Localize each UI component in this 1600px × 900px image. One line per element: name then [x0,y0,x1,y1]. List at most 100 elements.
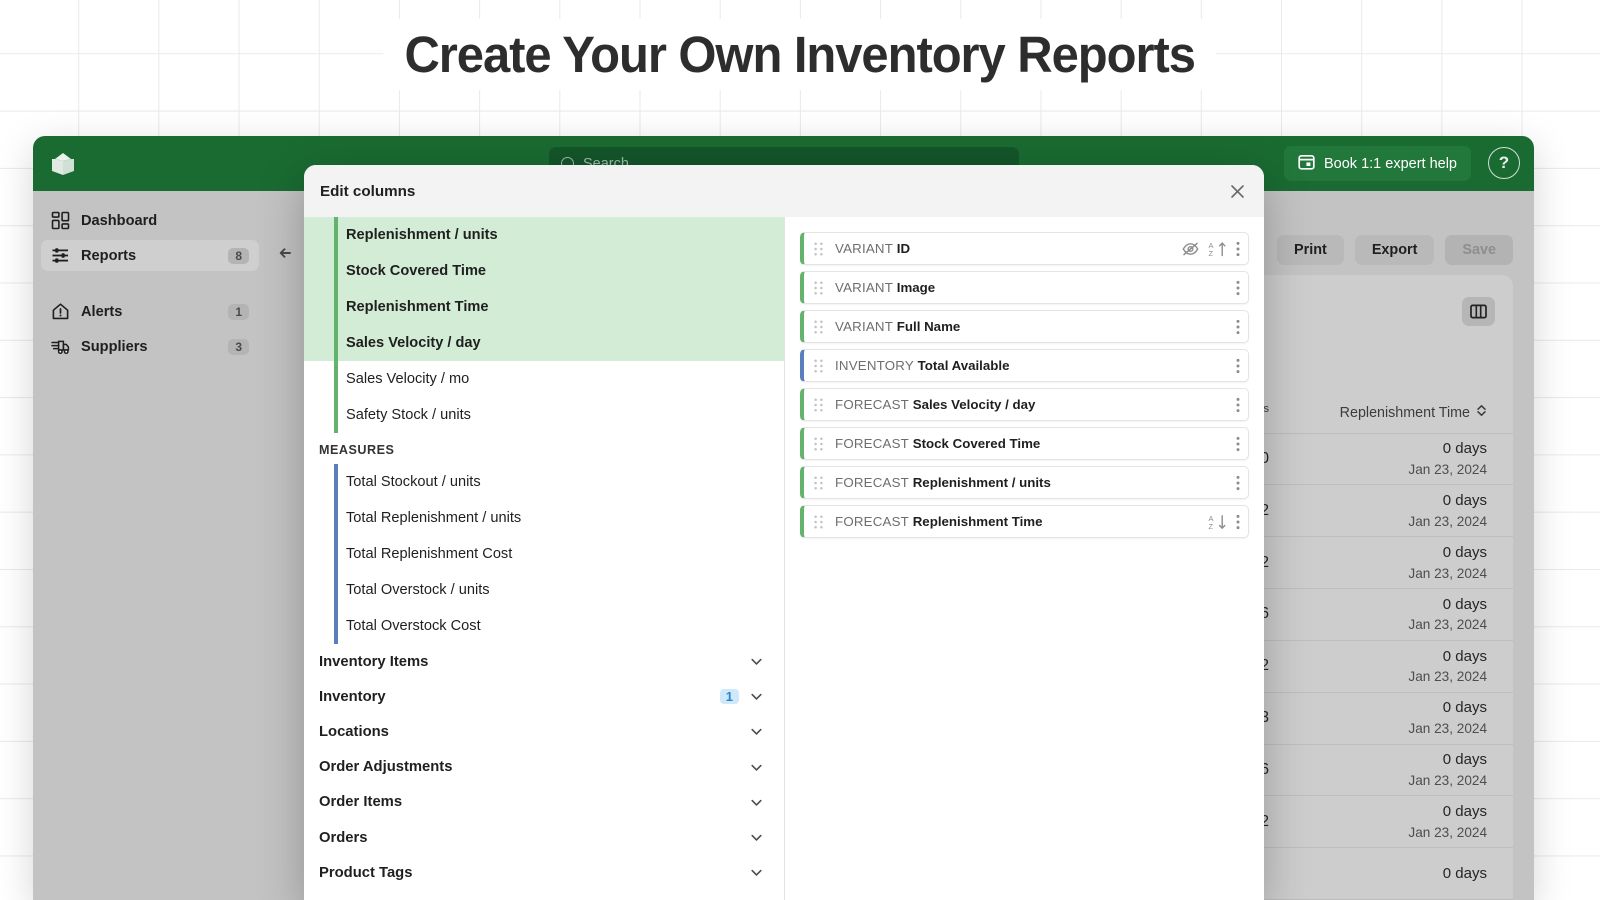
hero-banner: Create Your Own Inventory Reports [0,0,1600,108]
selected-column-label: FORECAST Stock Covered Time [835,436,1041,451]
selected-column-label: VARIANT Full Name [835,319,961,334]
sidebar-item-label: Reports [81,247,137,264]
selected-column-row[interactable]: FORECAST Replenishment / units [800,466,1249,499]
print-button[interactable]: Print [1277,235,1344,265]
kebab-menu-icon[interactable] [1236,319,1240,335]
measure-item[interactable]: Total Overstock Cost [304,608,784,644]
sidebar-item-label: Suppliers [81,338,148,355]
modal-title: Edit columns [320,182,416,200]
drag-handle-icon[interactable] [814,437,823,451]
chevron-down-icon [749,689,764,704]
sort-az-desc-icon[interactable]: A Z [1208,514,1227,530]
selected-column-label: FORECAST Replenishment Time [835,514,1043,529]
sidebar: Dashboard Reports 8 Alerts 1 Suppliers 3 [33,191,267,900]
chevron-down-icon [749,654,764,669]
save-button[interactable]: Save [1445,235,1513,265]
chevron-down-icon [749,760,764,775]
drag-handle-icon[interactable] [814,398,823,412]
accordion-product-tags[interactable]: Product Tags [304,855,784,890]
columns-layout-icon[interactable] [1462,297,1495,326]
accordion-inventory-items[interactable]: Inventory Items [304,644,784,679]
edit-columns-modal: Edit columns Replenishment / units Stock… [304,165,1264,900]
accordion-inventory[interactable]: Inventory 1 [304,679,784,714]
selected-column-label: FORECAST Sales Velocity / day [835,397,1036,412]
kebab-menu-icon[interactable] [1236,436,1240,452]
measures-group-label: MEASURES [319,443,395,457]
available-fields-list[interactable]: Replenishment / units Stock Covered Time… [304,217,785,900]
selected-column-row[interactable]: VARIANT Full Name [800,310,1249,343]
chevron-down-icon [749,830,764,845]
modal-header: Edit columns [304,165,1264,217]
sidebar-divider-space [41,275,259,296]
page-title: Create Your Own Inventory Reports [383,18,1217,90]
field-item[interactable]: Sales Velocity / mo [304,361,784,397]
sidebar-item-reports[interactable]: Reports 8 [41,240,259,271]
accordion-locations[interactable]: Locations [304,714,784,749]
close-icon[interactable] [1224,178,1250,204]
drag-handle-icon[interactable] [814,281,823,295]
sort-updown-icon [1476,404,1487,421]
measure-item[interactable]: Total Replenishment Cost [304,536,784,572]
selected-column-row[interactable]: VARIANT Image [800,271,1249,304]
selected-column-row[interactable]: INVENTORY Total Available [800,349,1249,382]
accordion-order-items[interactable]: Order Items [304,785,784,820]
selected-column-label: INVENTORY Total Available [835,358,1010,373]
column-header-replenishment-time[interactable]: Replenishment Time [1309,404,1487,421]
sidebar-item-suppliers[interactable]: Suppliers 3 [41,331,259,362]
svg-text:Z: Z [1209,249,1214,257]
selected-column-row[interactable]: VARIANT ID A Z [800,232,1249,265]
delivery-truck-icon [51,337,70,356]
sidebar-badge-suppliers: 3 [228,338,249,355]
selected-column-label: VARIANT Image [835,280,936,295]
export-button[interactable]: Export [1354,235,1435,265]
selected-columns-list[interactable]: VARIANT ID A Z VARIANT Image VARIANT Ful… [785,217,1264,900]
accordion-badge-inventory: 1 [719,689,739,705]
drag-handle-icon[interactable] [814,242,823,256]
measure-item[interactable]: Total Overstock / units [304,572,784,608]
kebab-menu-icon[interactable] [1236,397,1240,413]
svg-text:Z: Z [1209,522,1214,530]
kebab-menu-icon[interactable] [1236,475,1240,491]
selected-column-row[interactable]: FORECAST Replenishment Time A Z [800,505,1249,538]
book-expert-help-button[interactable]: Book 1:1 expert help [1283,146,1471,181]
eye-off-icon[interactable] [1182,242,1199,256]
field-item[interactable]: Stock Covered Time [304,253,784,289]
selected-column-label: FORECAST Replenishment / units [835,475,1051,490]
drag-handle-icon[interactable] [814,359,823,373]
report-filter-icon [51,246,70,265]
drag-handle-icon[interactable] [814,320,823,334]
accordion-order-adjustments[interactable]: Order Adjustments [304,750,784,785]
alert-home-icon [51,302,70,321]
sidebar-item-label: Alerts [81,303,123,320]
book-expert-help-label: Book 1:1 expert help [1323,155,1457,172]
modal-body: Replenishment / units Stock Covered Time… [304,217,1264,900]
report-toolbar: Print Export Save [1277,235,1513,265]
field-item[interactable]: Replenishment Time [304,289,784,325]
drag-handle-icon[interactable] [814,515,823,529]
chevron-down-icon [749,724,764,739]
selected-column-label: VARIANT ID [835,241,911,256]
sidebar-badge-alerts: 1 [228,303,249,320]
sort-az-asc-icon[interactable]: A Z [1208,241,1227,257]
sidebar-badge-reports: 8 [228,247,249,264]
sidebar-item-dashboard[interactable]: Dashboard [41,205,259,236]
chevron-down-icon [749,865,764,880]
sidebar-item-alerts[interactable]: Alerts 1 [41,296,259,327]
field-item[interactable]: Replenishment / units [304,217,784,253]
arrow-left-icon[interactable] [275,242,297,264]
question-circle-icon[interactable]: ? [1488,147,1520,179]
measure-item[interactable]: Total Stockout / units [304,464,784,500]
kebab-menu-icon[interactable] [1236,514,1240,530]
drag-handle-icon[interactable] [814,476,823,490]
measure-item[interactable]: Total Replenishment / units [304,500,784,536]
accordion-orders[interactable]: Orders [304,820,784,855]
kebab-menu-icon[interactable] [1236,358,1240,374]
field-item[interactable]: Safety Stock / units [304,397,784,433]
field-item[interactable]: Sales Velocity / day [304,325,784,361]
selected-column-row[interactable]: FORECAST Stock Covered Time [800,427,1249,460]
sidebar-item-label: Dashboard [81,212,158,229]
selected-column-row[interactable]: FORECAST Sales Velocity / day [800,388,1249,421]
kebab-menu-icon[interactable] [1236,241,1240,257]
kebab-menu-icon[interactable] [1236,280,1240,296]
chevron-down-icon [749,795,764,810]
